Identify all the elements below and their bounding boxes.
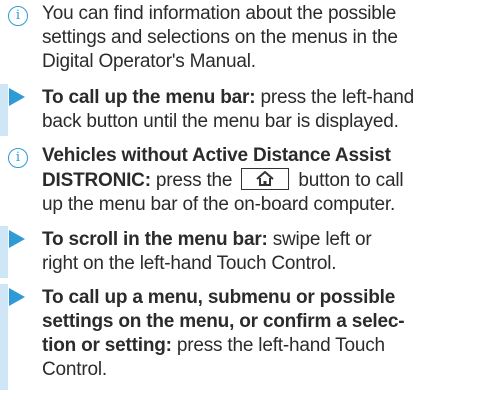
info-note-text: Vehicles without Active Distance Assist …: [42, 144, 479, 217]
step-title: tion or setting:: [42, 335, 172, 356]
text-line: press the: [150, 170, 238, 191]
text-line: swipe left or: [267, 229, 372, 250]
text-line: Control.: [42, 359, 107, 380]
step-bar: [0, 226, 8, 278]
info-icon: i: [8, 6, 28, 26]
text-line: press the left-hand Touch: [171, 335, 385, 356]
info-icon: i: [8, 148, 28, 168]
info-note-manual: i You can find information about the pos…: [0, 0, 479, 80]
text-line: You can find information about the possi…: [42, 3, 397, 24]
text-line: up the menu bar of the on-board computer…: [42, 194, 396, 215]
step-title: To call up the menu bar:: [42, 87, 256, 108]
step-arrow-icon: [9, 288, 25, 306]
step-text: To scroll in the menu bar: swipe left or…: [42, 228, 479, 276]
info-title: DISTRONIC:: [42, 170, 151, 191]
info-note-distronic: i Vehicles without Active Distance Assis…: [0, 142, 479, 220]
step-title: To call up a menu, submenu or possible: [42, 287, 396, 308]
step-title: To scroll in the menu bar:: [42, 229, 268, 250]
step-call-up-menu-bar: To call up the menu bar: press the left-…: [0, 84, 479, 136]
step-arrow-icon: [9, 230, 25, 248]
home-icon: [256, 171, 275, 186]
step-scroll-menu-bar: To scroll in the menu bar: swipe left or…: [0, 226, 479, 278]
step-bar: [0, 84, 8, 136]
text-line: Digital Operator's Manual.: [42, 51, 256, 72]
text-line: button to call: [293, 170, 404, 191]
text-line: press the left-hand: [255, 87, 415, 108]
step-arrow-icon: [9, 88, 25, 106]
text-line: back button until the menu bar is displa…: [42, 111, 399, 132]
step-title: settings on the menu, or confirm a selec…: [42, 311, 405, 332]
text-line: right on the left-hand Touch Control.: [42, 253, 337, 274]
manual-page: i You can find information about the pos…: [0, 0, 479, 398]
step-bar: [0, 284, 8, 390]
step-call-up-menu: To call up a menu, submenu or possible s…: [0, 284, 479, 398]
text-line: settings and selections on the menus in …: [42, 27, 398, 48]
info-note-text: You can find information about the possi…: [42, 2, 479, 74]
home-button-key: [241, 168, 290, 190]
step-text: To call up a menu, submenu or possible s…: [42, 286, 479, 382]
step-text: To call up the menu bar: press the left-…: [42, 86, 479, 134]
info-title: Vehicles without Active Distance Assist: [42, 145, 391, 166]
